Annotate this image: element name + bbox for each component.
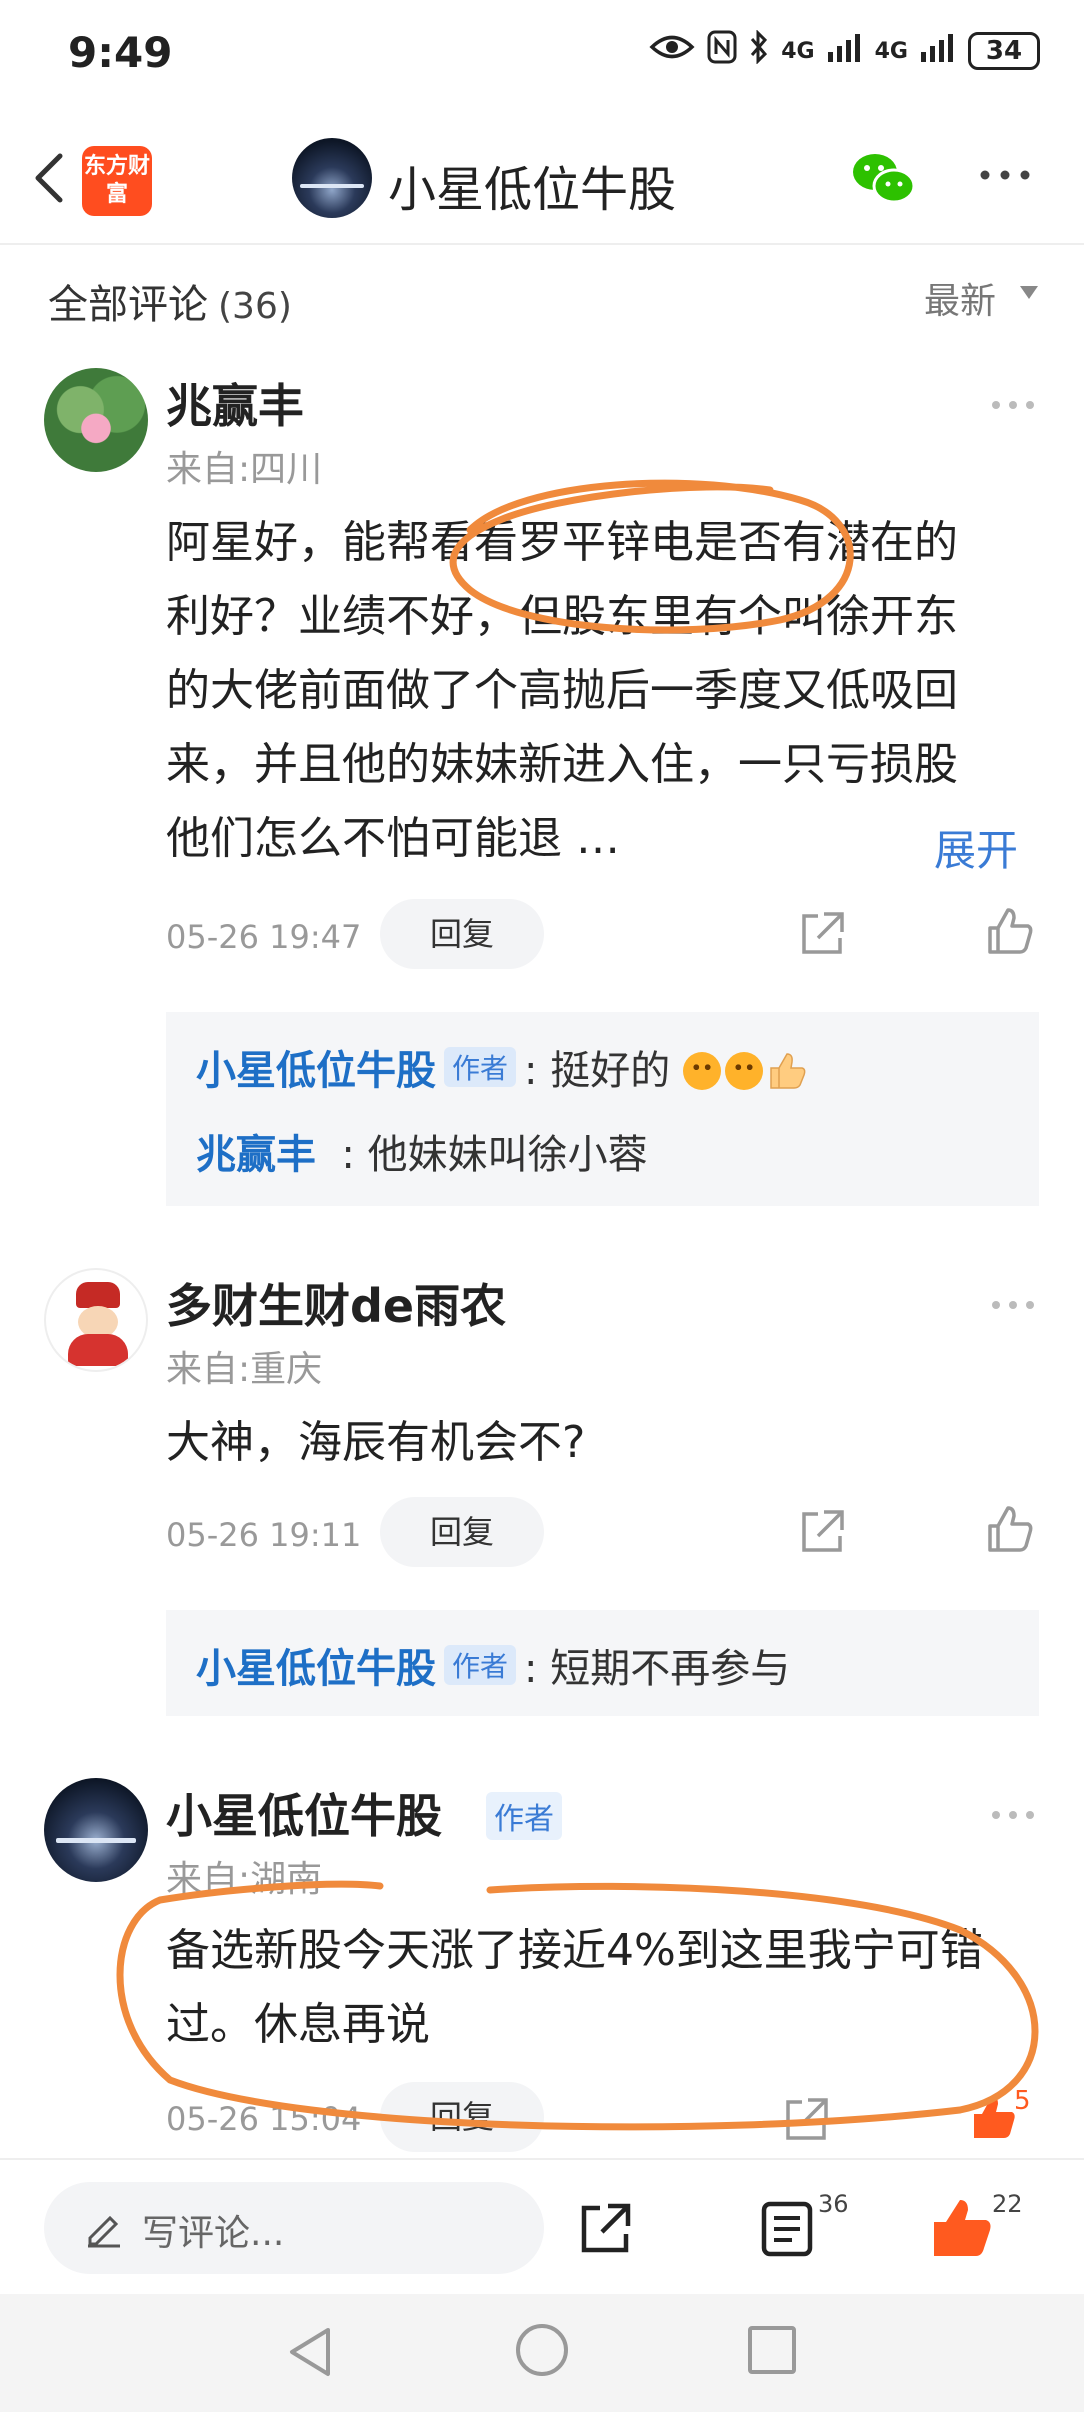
reply-colon: : [524, 1646, 538, 1692]
author-tag: 作者 [486, 1792, 562, 1840]
eye-icon [649, 32, 695, 70]
comments-count: (36) [218, 286, 292, 327]
reply-button[interactable]: 回复 [380, 899, 544, 969]
like-count-badge: 22 [992, 2190, 1023, 2218]
channel-avatar[interactable] [292, 138, 372, 218]
back-arrow-icon[interactable] [22, 142, 82, 212]
comment-time: 05-26 15:04 [166, 2100, 362, 2138]
reply-item[interactable]: 小星低位牛股 作者: 短期不再参与 [196, 1636, 790, 1694]
nav-back-icon[interactable] [284, 2324, 336, 2380]
reply-text: 他妹妹叫徐小蓉 [367, 1132, 648, 1178]
thumbs-up-emoji-icon [767, 1052, 807, 1090]
share-icon[interactable] [576, 2200, 634, 2258]
reply-text: 短期不再参与 [550, 1646, 791, 1692]
reply-text: 挺好的 [550, 1048, 671, 1094]
nfc-icon [707, 30, 737, 72]
more-options-icon[interactable] [975, 160, 1035, 190]
signal-4g-icon: 4G [874, 38, 908, 64]
reply-button[interactable]: 回复 [380, 2082, 544, 2152]
avatar[interactable] [44, 368, 148, 472]
comment-location: 来自:四川 [166, 449, 323, 490]
wechat-share-icon[interactable] [850, 150, 916, 206]
comment-username[interactable]: 兆赢丰 [166, 370, 304, 436]
bluetooth-icon [749, 29, 769, 72]
signal-4g-icon: 4G [781, 38, 815, 64]
like-count: 5 [1014, 2086, 1031, 2116]
share-icon[interactable] [780, 2094, 832, 2146]
comment-time: 05-26 19:11 [166, 1516, 362, 1554]
like-icon[interactable] [930, 2196, 996, 2260]
app-header: 东方财富 小星低位牛股 [0, 110, 1084, 245]
status-time: 9:49 [68, 28, 173, 77]
like-icon-active[interactable] [968, 2092, 1020, 2144]
reply-item[interactable]: 小星低位牛股 作者: 挺好的 [196, 1038, 807, 1096]
reply-username[interactable]: 小星低位牛股 [196, 1048, 436, 1094]
status-icons: 4G 4G 34 [649, 29, 1040, 72]
system-nav-bar [0, 2294, 1084, 2412]
smile-emoji-icon [682, 1052, 721, 1090]
comment-more-icon[interactable] [990, 1280, 1036, 1320]
reply-button[interactable]: 回复 [380, 1497, 544, 1567]
smile-emoji-icon [724, 1052, 763, 1090]
comment-location: 来自:湖南 [166, 1859, 323, 1900]
comment-location: 来自:重庆 [166, 1349, 323, 1390]
status-bar: 9:49 4G 4G 34 [0, 0, 1084, 110]
comments-list-icon[interactable] [760, 2200, 816, 2258]
avatar[interactable] [44, 1778, 148, 1882]
comment-more-icon[interactable] [990, 1790, 1036, 1830]
comment-more-icon[interactable] [990, 380, 1036, 420]
pen-icon [84, 2208, 124, 2248]
nav-recent-apps-icon[interactable] [748, 2326, 796, 2374]
like-icon[interactable] [984, 1504, 1036, 1556]
reply-username[interactable]: 小星低位牛股 [196, 1646, 436, 1692]
author-tag: 作者 [444, 1047, 517, 1087]
reply-thread: 小星低位牛股 作者: 短期不再参与 [166, 1610, 1039, 1716]
share-icon[interactable] [796, 908, 848, 960]
app-logo[interactable]: 东方财富 [82, 146, 152, 216]
reply-username[interactable]: 兆赢丰 [196, 1132, 316, 1178]
channel-title[interactable]: 小星低位牛股 [388, 150, 676, 220]
comment-time: 05-26 19:47 [166, 918, 362, 956]
author-tag: 作者 [444, 1645, 517, 1685]
nav-home-icon[interactable] [516, 2324, 568, 2376]
reply-thread: 小星低位牛股 作者: 挺好的 兆赢丰 : 他妹妹叫徐小蓉 [166, 1012, 1039, 1206]
signal-bars-icon [827, 32, 863, 70]
comment-username[interactable]: 多财生财de雨农 [166, 1270, 506, 1336]
share-icon[interactable] [796, 1506, 848, 1558]
sort-dropdown[interactable]: 最新 [924, 272, 996, 324]
comment-input[interactable]: 写评论... [44, 2182, 544, 2274]
comment-count-badge: 36 [818, 2190, 849, 2218]
avatar-body [68, 1334, 128, 1366]
comment-text: 备选新股今天涨了接近4%到这里我宁可错过。休息再说 [166, 1925, 984, 2050]
expand-link[interactable]: 展开 [934, 817, 1018, 878]
sort-caret-icon[interactable] [1020, 286, 1038, 299]
comment-text: 大神，海辰有机会不? [166, 1417, 586, 1468]
reply-item[interactable]: 兆赢丰 : 他妹妹叫徐小蓉 [196, 1122, 648, 1180]
comment-username[interactable]: 小星低位牛股 [166, 1780, 442, 1846]
comment-placeholder: 写评论... [142, 2213, 285, 2254]
comments-title: 全部评论 [48, 282, 208, 328]
bottom-action-bar: 写评论... 36 22 [0, 2158, 1084, 2294]
comments-header: 全部评论 (36) [48, 272, 292, 330]
battery-icon: 34 [968, 32, 1040, 70]
avatar[interactable] [44, 1268, 148, 1372]
avatar-hat [76, 1282, 120, 1308]
reply-colon: : [316, 1132, 355, 1178]
reply-colon: : [524, 1048, 538, 1094]
signal-bars-icon [920, 32, 956, 70]
like-icon[interactable] [984, 906, 1036, 958]
